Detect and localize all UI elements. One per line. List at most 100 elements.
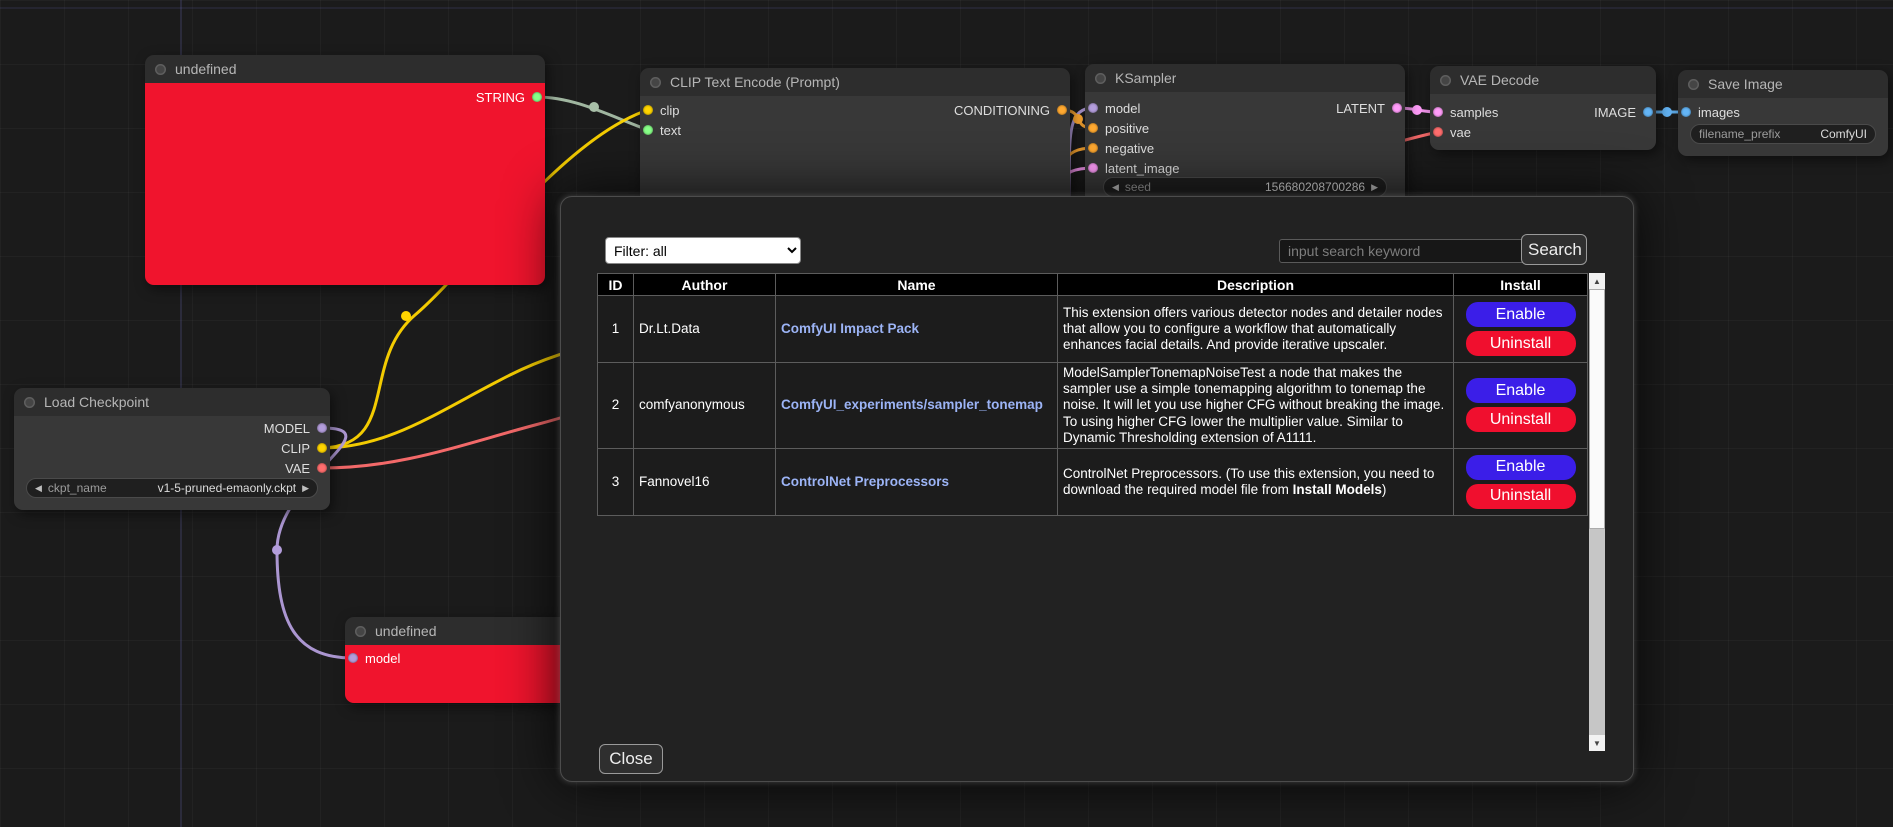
- slot-dot-model[interactable]: [348, 653, 358, 663]
- link-dot-clip: [401, 311, 411, 321]
- node-title-bar[interactable]: CLIP Text Encode (Prompt): [640, 68, 1070, 96]
- node-title: Load Checkpoint: [44, 394, 149, 410]
- slot-dot-samples[interactable]: [1433, 107, 1443, 117]
- node-collapse-icon[interactable]: [1440, 75, 1451, 86]
- node-undefined-top[interactable]: undefined STRING: [145, 55, 545, 285]
- node-undefined-bottom[interactable]: undefined model: [345, 617, 595, 703]
- slot-dot-vae[interactable]: [317, 463, 327, 473]
- input-slot-vae: vae: [1433, 122, 1471, 142]
- wire-string-to-text: [537, 97, 648, 130]
- node-collapse-icon[interactable]: [1095, 73, 1106, 84]
- enable-button[interactable]: Enable: [1466, 302, 1576, 327]
- enable-button[interactable]: Enable: [1466, 378, 1576, 403]
- node-title: KSampler: [1115, 70, 1176, 86]
- slot-label: CONDITIONING: [954, 103, 1050, 118]
- node-title-bar[interactable]: KSampler: [1085, 64, 1405, 92]
- slot-dot-text[interactable]: [643, 125, 653, 135]
- input-slot-model: model: [1088, 98, 1140, 118]
- slot-dot-string[interactable]: [532, 92, 542, 102]
- slot-dot-model[interactable]: [1088, 103, 1098, 113]
- enable-button[interactable]: Enable: [1466, 455, 1576, 480]
- widget-value: v1-5-pruned-emaonly.ckpt: [158, 481, 297, 495]
- node-title-bar[interactable]: undefined: [345, 617, 595, 645]
- decrease-arrow-icon[interactable]: ◀: [1112, 182, 1119, 193]
- filename-prefix-widget[interactable]: filename_prefix ComfyUI: [1690, 124, 1876, 144]
- slot-dot-clip[interactable]: [643, 105, 653, 115]
- description-segment: This extension offers various detector n…: [1063, 305, 1442, 352]
- node-title-bar[interactable]: Load Checkpoint: [14, 388, 330, 416]
- scroll-down-icon[interactable]: ▼: [1589, 735, 1605, 751]
- node-title-bar[interactable]: VAE Decode: [1430, 66, 1656, 94]
- slot-dot-images[interactable]: [1681, 107, 1691, 117]
- slot-dot-latent[interactable]: [1392, 103, 1402, 113]
- ckpt-name-widget[interactable]: ◀ ckpt_name v1-5-pruned-emaonly.ckpt ▶: [26, 478, 318, 498]
- output-slot-model: MODEL: [264, 418, 327, 438]
- node-title-bar[interactable]: Save Image: [1678, 70, 1888, 98]
- manager-dialog: Filter: all Search ID Author Name Descri…: [560, 196, 1634, 782]
- extension-id: 1: [598, 296, 634, 363]
- node-collapse-icon[interactable]: [155, 64, 166, 75]
- slot-label: latent_image: [1105, 161, 1179, 176]
- uninstall-button[interactable]: Uninstall: [1466, 331, 1576, 356]
- uninstall-button[interactable]: Uninstall: [1466, 407, 1576, 432]
- search-input[interactable]: [1279, 239, 1527, 263]
- node-collapse-icon[interactable]: [24, 397, 35, 408]
- input-slot-samples: samples: [1433, 102, 1498, 122]
- link-dot-model: [272, 545, 282, 555]
- comfyui-canvas[interactable]: undefined STRING CLIP Text Encode (Promp…: [0, 0, 1893, 827]
- slot-dot-positive[interactable]: [1088, 123, 1098, 133]
- node-title: VAE Decode: [1460, 72, 1539, 88]
- node-body: samples vae IMAGE: [1430, 94, 1656, 150]
- slot-dot-image[interactable]: [1643, 107, 1653, 117]
- close-button[interactable]: Close: [599, 744, 663, 774]
- node-title-bar[interactable]: undefined: [145, 55, 545, 83]
- node-load-checkpoint[interactable]: Load Checkpoint MODEL CLIP VAE ◀ ckpt_na…: [14, 388, 330, 510]
- slot-dot-vae[interactable]: [1433, 127, 1443, 137]
- slot-dot-negative[interactable]: [1088, 143, 1098, 153]
- scroll-up-icon[interactable]: ▲: [1589, 273, 1605, 289]
- widget-name: seed: [1125, 180, 1151, 194]
- filter-select[interactable]: Filter: all: [605, 237, 801, 264]
- uninstall-button[interactable]: Uninstall: [1466, 484, 1576, 509]
- slot-label: vae: [1450, 125, 1471, 140]
- slot-label: positive: [1105, 121, 1149, 136]
- output-slot-latent: LATENT: [1336, 98, 1402, 118]
- scrollbar-thumb[interactable]: [1589, 289, 1605, 529]
- extension-name: ControlNet Preprocessors: [776, 448, 1058, 515]
- extension-link[interactable]: ControlNet Preprocessors: [781, 474, 949, 489]
- node-body: STRING: [145, 83, 545, 285]
- widget-value: ComfyUI: [1820, 127, 1867, 141]
- node-collapse-icon[interactable]: [1688, 79, 1699, 90]
- extension-author: Fannovel16: [634, 448, 776, 515]
- node-save-image[interactable]: Save Image images filename_prefix ComfyU…: [1678, 70, 1888, 156]
- extension-install-cell: Enable Uninstall: [1454, 448, 1588, 515]
- input-slot-negative: negative: [1088, 138, 1154, 158]
- widget-name: ckpt_name: [48, 481, 107, 495]
- extension-author: Dr.Lt.Data: [634, 296, 776, 363]
- increase-arrow-icon[interactable]: ▶: [1371, 182, 1378, 193]
- slot-label: negative: [1105, 141, 1154, 156]
- slot-dot-clip[interactable]: [317, 443, 327, 453]
- slot-label: model: [1105, 101, 1140, 116]
- slot-dot-conditioning[interactable]: [1057, 105, 1067, 115]
- table-scrollbar[interactable]: ▲ ▼: [1589, 273, 1605, 751]
- table-header-row: ID Author Name Description Install: [598, 274, 1588, 296]
- slot-dot-model[interactable]: [317, 423, 327, 433]
- extension-link[interactable]: ComfyUI_experiments/sampler_tonemap: [781, 397, 1043, 412]
- link-dot-latent: [1412, 105, 1422, 115]
- next-arrow-icon[interactable]: ▶: [302, 483, 309, 494]
- slot-label: STRING: [476, 90, 525, 105]
- seed-widget[interactable]: ◀ seed 156680208700286 ▶: [1103, 177, 1387, 197]
- node-collapse-icon[interactable]: [650, 77, 661, 88]
- slot-dot-latent-image[interactable]: [1088, 163, 1098, 173]
- output-slot-clip: CLIP: [281, 438, 327, 458]
- extension-id: 2: [598, 363, 634, 449]
- previous-arrow-icon[interactable]: ◀: [35, 483, 42, 494]
- node-collapse-icon[interactable]: [355, 626, 366, 637]
- extension-link[interactable]: ComfyUI Impact Pack: [781, 321, 919, 336]
- widget-name: filename_prefix: [1699, 127, 1780, 141]
- search-button[interactable]: Search: [1521, 234, 1587, 265]
- node-vae-decode[interactable]: VAE Decode samples vae IMAGE: [1430, 66, 1656, 150]
- extension-install-cell: Enable Uninstall: [1454, 363, 1588, 449]
- slot-label: samples: [1450, 105, 1498, 120]
